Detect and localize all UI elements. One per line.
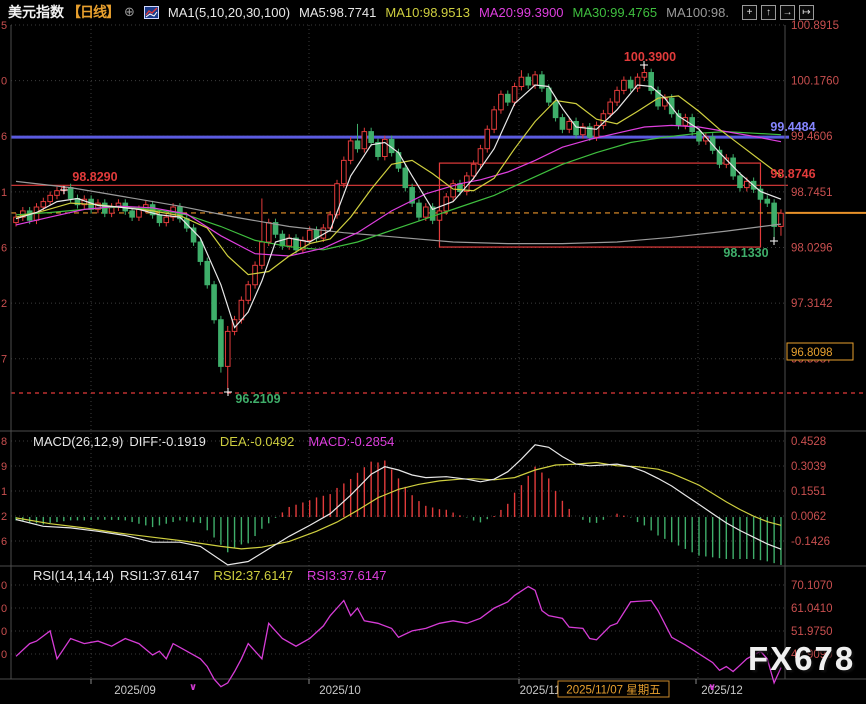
axis-left-digit: 9 bbox=[1, 461, 7, 473]
axis-left-digit: 8 bbox=[1, 436, 7, 448]
axis-left-digit: 7 bbox=[1, 354, 7, 366]
axis-left-digit: 0 bbox=[1, 580, 7, 592]
axis-price-label: 97.3142 bbox=[791, 298, 833, 310]
axis-left-digit: 1 bbox=[1, 187, 7, 199]
axis-left-digit: 6 bbox=[1, 242, 7, 254]
chart-application-window: 美元指数 【日线】 ⊕ MA1(5,10,20,30,100) MA5:98.7… bbox=[0, 0, 866, 704]
axis-left-digit: 6 bbox=[1, 131, 7, 143]
axis-price-label: 51.9750 bbox=[791, 626, 833, 638]
chart-plot-area[interactable] bbox=[11, 25, 785, 679]
axis-price-label: 98.0296 bbox=[791, 242, 833, 254]
axis-left-digit: 1 bbox=[1, 486, 7, 498]
axis-left-digit: 0 bbox=[1, 649, 7, 661]
axis-price-label: 0.3039 bbox=[791, 461, 826, 473]
axis-price-label: 61.0410 bbox=[791, 603, 833, 615]
axis-price-label: 98.7451 bbox=[791, 187, 833, 199]
axis-price-label: 0.1551 bbox=[791, 486, 826, 498]
time-label: 2025/10 bbox=[319, 685, 361, 697]
event-chevron: ∨ bbox=[708, 682, 716, 693]
axis-price-box-value: 96.8098 bbox=[791, 347, 833, 359]
axis-left-digit: 2 bbox=[1, 511, 7, 523]
axis-left-digit: 0 bbox=[1, 76, 7, 88]
axis-left-digit: 2 bbox=[1, 298, 7, 310]
axis-price-label: 100.1760 bbox=[791, 76, 839, 88]
axis-price-label: -0.1426 bbox=[791, 536, 830, 548]
axis-left-digit: 6 bbox=[1, 536, 7, 548]
axis-price-label: 70.1070 bbox=[791, 580, 833, 592]
watermark: FX678 bbox=[748, 640, 855, 678]
event-chevron: ∨ bbox=[189, 682, 197, 693]
price-chart-svg: 100.89155100.1760099.4606698.7451198.029… bbox=[0, 0, 866, 704]
axis-price-label: 0.0062 bbox=[791, 511, 826, 523]
time-label: 2025/09 bbox=[114, 685, 156, 697]
crosshair-date-value: 2025/11/07 星期五 bbox=[566, 684, 660, 697]
time-label: 2025/11 bbox=[520, 685, 561, 697]
axis-price-label: 100.8915 bbox=[791, 20, 839, 32]
axis-left-digit: 0 bbox=[1, 603, 7, 615]
axis-price-label: 0.4528 bbox=[791, 436, 826, 448]
axis-left-digit: 5 bbox=[1, 20, 7, 32]
axis-left-digit: 0 bbox=[1, 626, 7, 638]
